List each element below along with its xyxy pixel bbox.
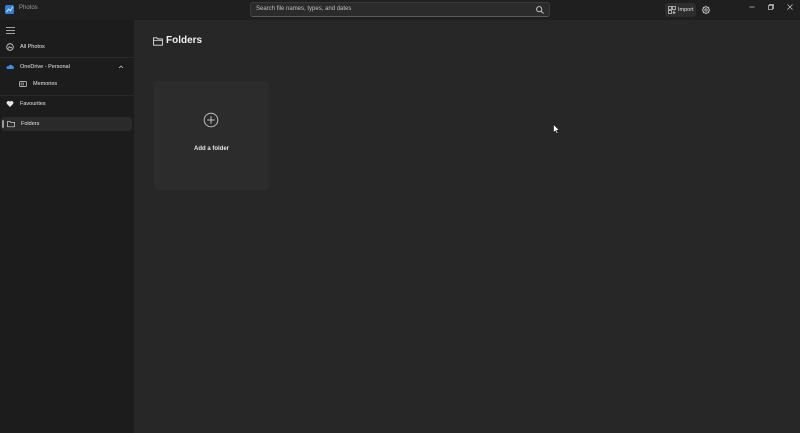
photos-app-logo-icon bbox=[5, 5, 14, 14]
folder-icon bbox=[7, 121, 15, 128]
sidebar-item-all-photos[interactable]: All Photos bbox=[0, 40, 132, 54]
sidebar-item-onedrive[interactable]: OneDrive - Personal bbox=[0, 60, 132, 74]
mouse-pointer-icon bbox=[553, 124, 560, 134]
minimize-button[interactable] bbox=[746, 2, 758, 12]
search-icon[interactable] bbox=[535, 5, 545, 15]
sidebar-item-memories[interactable]: Memories bbox=[0, 77, 132, 91]
close-button[interactable] bbox=[784, 2, 796, 12]
sidebar-item-folders[interactable]: Folders bbox=[1, 117, 132, 131]
close-icon bbox=[787, 4, 793, 10]
restore-icon bbox=[768, 4, 774, 10]
import-icon bbox=[668, 6, 676, 14]
sidebar-divider bbox=[0, 57, 134, 58]
settings-gear-icon[interactable] bbox=[701, 5, 711, 15]
page-title: Folders bbox=[166, 35, 203, 46]
sidebar-item-favourites[interactable]: Favourites bbox=[0, 97, 132, 111]
folder-title-icon bbox=[153, 37, 163, 46]
selection-indicator bbox=[2, 120, 4, 128]
all-photos-icon bbox=[6, 43, 14, 51]
sidebar-item-label: Memories bbox=[33, 81, 58, 87]
sidebar: All Photos OneDrive - Personal Memories … bbox=[0, 20, 134, 433]
sidebar-item-label: Folders bbox=[21, 121, 40, 127]
import-button[interactable]: Import bbox=[665, 3, 696, 17]
onedrive-cloud-icon bbox=[6, 64, 14, 69]
restore-button[interactable] bbox=[765, 2, 777, 12]
search-box[interactable]: Search file names, types, and dates bbox=[250, 2, 550, 17]
hamburger-menu-icon[interactable] bbox=[6, 27, 15, 34]
add-folder-card[interactable]: Add a folder bbox=[154, 81, 269, 190]
add-circle-plus-icon bbox=[203, 112, 219, 128]
sidebar-divider bbox=[0, 95, 134, 96]
sidebar-item-label: All Photos bbox=[20, 44, 45, 50]
minimize-icon bbox=[749, 6, 755, 8]
memories-icon bbox=[19, 81, 27, 87]
sidebar-item-label: OneDrive - Personal bbox=[20, 64, 70, 70]
main-content: Folders Add a folder bbox=[134, 20, 800, 433]
add-folder-label: Add a folder bbox=[193, 146, 229, 152]
app-name: Photos bbox=[19, 5, 38, 11]
import-label: Import bbox=[678, 7, 694, 13]
sidebar-item-label: Favourites bbox=[20, 101, 46, 107]
heart-icon bbox=[6, 101, 14, 107]
search-input[interactable]: Search file names, types, and dates bbox=[256, 6, 351, 12]
chevron-up-icon[interactable] bbox=[118, 64, 124, 70]
title-bar: Photos Search file names, types, and dat… bbox=[0, 0, 800, 20]
